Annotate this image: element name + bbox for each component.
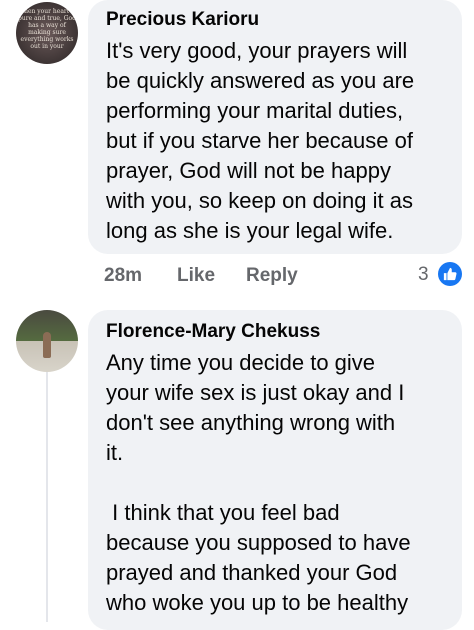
comment-author[interactable]: Florence-Mary Chekuss (106, 320, 448, 344)
comment-timestamp[interactable]: 28m (104, 265, 142, 287)
thumbs-up-icon[interactable] (438, 262, 462, 286)
avatar[interactable]: When your heart is pure and true, God ha… (16, 2, 78, 64)
avatar-figure (43, 332, 51, 358)
comment-text: It's very good, your prayers will be qui… (106, 38, 415, 243)
comment-author[interactable]: Precious Karioru (106, 8, 448, 32)
avatar[interactable] (16, 310, 78, 372)
reply-button[interactable]: Reply (246, 265, 298, 287)
comment-bubble: Precious Karioru It's very good, your pr… (88, 0, 462, 254)
comment-text: Any time you decide to give your wife se… (106, 350, 411, 615)
thread-line (46, 372, 48, 622)
avatar-image-text: When your heart is pure and true, God ha… (17, 8, 77, 50)
comment-bubble: Florence-Mary Chekuss Any time you decid… (88, 310, 462, 630)
reaction-count[interactable]: 3 (418, 264, 429, 286)
like-button[interactable]: Like (177, 265, 215, 287)
